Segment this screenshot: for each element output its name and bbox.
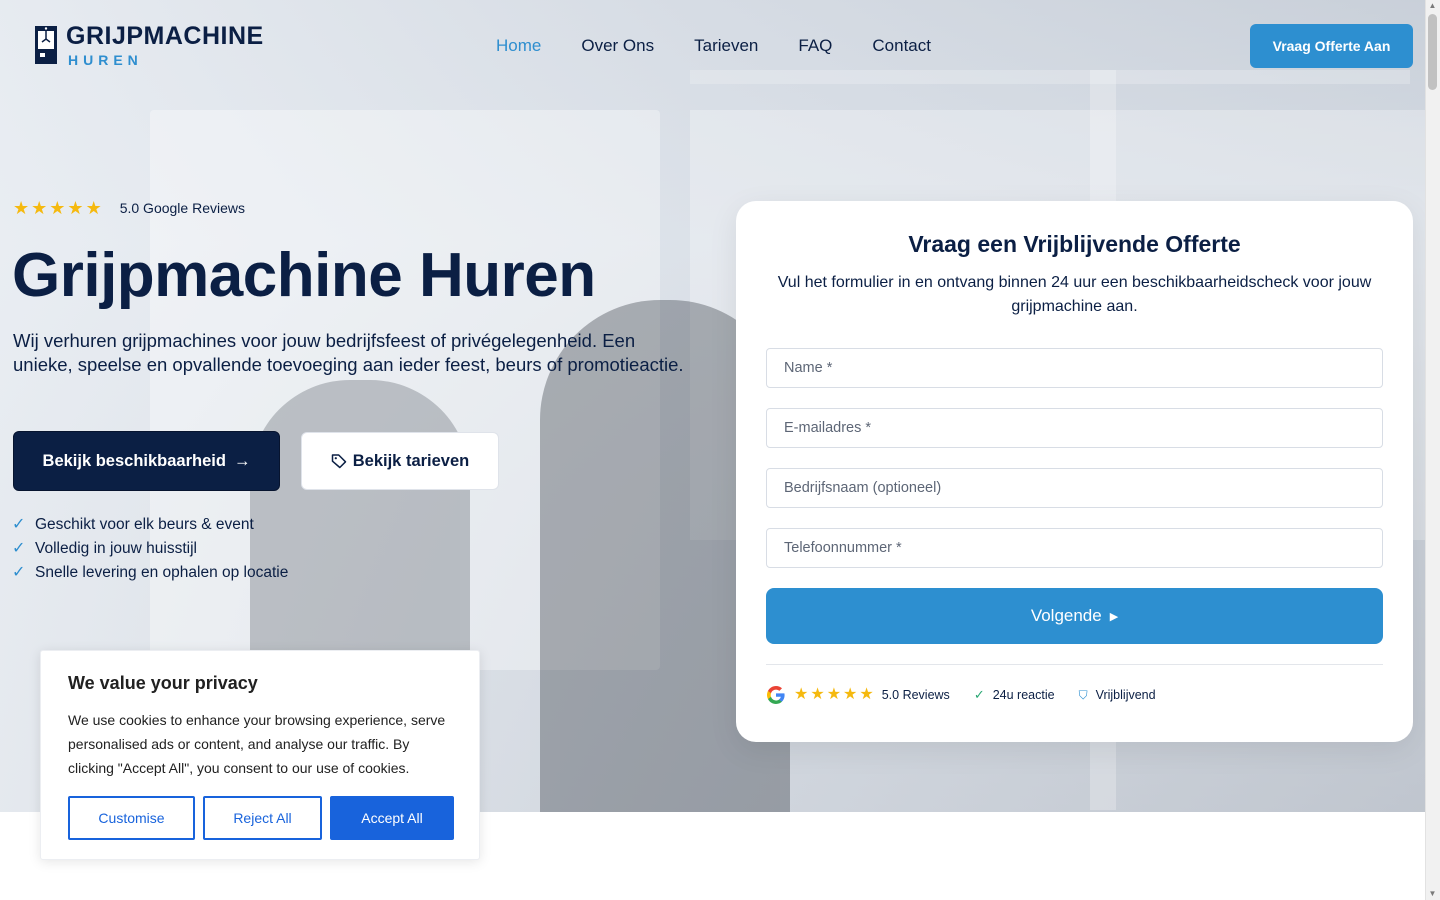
email-field[interactable] bbox=[766, 408, 1383, 448]
nav-home[interactable]: Home bbox=[496, 36, 541, 56]
scroll-up-icon[interactable]: ▲ bbox=[1428, 2, 1437, 10]
cookie-title: We value your privacy bbox=[68, 673, 258, 693]
list-item: ✓ Volledig in jouw huisstijl bbox=[12, 537, 288, 561]
shield-icon: ⛉ bbox=[1078, 687, 1088, 702]
google-reviews-summary: ★ ★ ★ ★ ★ 5.0 Google Reviews bbox=[13, 199, 245, 217]
reject-all-button[interactable]: Reject All bbox=[203, 796, 322, 840]
star-icon: ★ bbox=[826, 686, 842, 703]
star-icon: ★ bbox=[85, 198, 102, 218]
page-title: Grijpmachine Huren bbox=[12, 241, 596, 310]
form-title: Vraag een Vrijblijvende Offerte bbox=[908, 231, 1241, 257]
company-field[interactable] bbox=[766, 468, 1383, 508]
page-scrollbar[interactable]: ▲ ▼ bbox=[1425, 0, 1440, 900]
google-icon bbox=[767, 686, 785, 704]
cookie-consent-banner: We value your privacy We use cookies to … bbox=[40, 650, 480, 860]
site-header: GRIJPMACHINE HUREN Home Over Ons Tarieve… bbox=[0, 0, 1425, 92]
check-availability-button[interactable]: Bekijk beschikbaarheid → bbox=[13, 431, 280, 491]
list-item: ✓ Snelle levering en ophalen op locatie bbox=[12, 561, 288, 585]
customise-button[interactable]: Customise bbox=[68, 796, 195, 840]
arrow-right-icon: → bbox=[233, 451, 251, 470]
check-icon: ✓ bbox=[12, 516, 26, 533]
button-label: Volgende bbox=[1030, 606, 1102, 625]
nav-contact[interactable]: Contact bbox=[872, 36, 931, 56]
check-icon: ✓ bbox=[12, 564, 26, 581]
site-logo[interactable]: GRIJPMACHINE HUREN bbox=[34, 24, 264, 68]
star-icon: ★ bbox=[31, 198, 48, 218]
nav-faq[interactable]: FAQ bbox=[798, 36, 832, 56]
claw-machine-icon bbox=[35, 26, 57, 64]
reaction-time: 24u reactie bbox=[992, 688, 1055, 702]
star-icon: ★ bbox=[794, 686, 809, 703]
logo-wordmark: GRIJPMACHINE bbox=[66, 22, 264, 50]
logo-subtitle: HUREN bbox=[68, 52, 143, 68]
request-quote-button[interactable]: Vraag Offerte Aan bbox=[1250, 24, 1413, 68]
check-icon: ✓ bbox=[12, 540, 26, 557]
view-rates-button[interactable]: Bekijk tarieven bbox=[301, 432, 499, 490]
star-icon: ★ bbox=[67, 198, 84, 218]
list-item: ✓ Geschikt voor elk beurs & event bbox=[12, 513, 288, 537]
form-subtitle: Vul het formulier in en ontvang binnen 2… bbox=[777, 274, 1372, 315]
reviews-text: 5.0 Google Reviews bbox=[119, 200, 245, 216]
button-label: Bekijk beschikbaarheid bbox=[42, 451, 226, 470]
feature-list: ✓ Geschikt voor elk beurs & event ✓ Volled… bbox=[12, 513, 288, 585]
tag-icon bbox=[331, 454, 346, 469]
nav-over-ons[interactable]: Over Ons bbox=[581, 36, 654, 56]
star-icon: ★ bbox=[843, 686, 858, 703]
next-button[interactable]: Volgende ▶ bbox=[766, 588, 1383, 644]
scroll-down-icon[interactable]: ▼ bbox=[1428, 890, 1437, 898]
caret-right-icon: ▶ bbox=[1109, 610, 1119, 623]
accept-all-button[interactable]: Accept All bbox=[330, 796, 454, 840]
star-icon: ★ bbox=[859, 686, 874, 703]
no-obligation: Vrijblijvend bbox=[1095, 688, 1156, 702]
name-field[interactable] bbox=[766, 348, 1383, 388]
rating-stars: ★ ★ ★ ★ ★ bbox=[13, 199, 102, 217]
scrollbar-thumb[interactable] bbox=[1428, 14, 1437, 90]
cookie-description: We use cookies to enhance your browsing … bbox=[68, 712, 446, 776]
quote-form-card: Vraag een Vrijblijvende Offerte Vul het … bbox=[736, 201, 1413, 742]
trust-badges: ★ ★ ★ ★ ★ 5.0 Reviews ✓ 24u reactie ⛉ Vr… bbox=[766, 685, 1156, 705]
check-icon: ✓ bbox=[973, 687, 985, 702]
star-icon: ★ bbox=[13, 198, 30, 218]
phone-field[interactable] bbox=[766, 528, 1383, 568]
divider bbox=[766, 664, 1383, 665]
hero-description: Wij verhuren grijpmachines voor jouw bed… bbox=[13, 330, 684, 375]
main-nav: Home Over Ons Tarieven FAQ Contact bbox=[496, 36, 931, 56]
button-label: Bekijk tarieven bbox=[352, 451, 470, 470]
reviews-count: 5.0 Reviews bbox=[881, 688, 950, 702]
nav-tarieven[interactable]: Tarieven bbox=[694, 36, 758, 56]
rating-stars: ★ ★ ★ ★ ★ bbox=[794, 686, 874, 704]
star-icon: ★ bbox=[810, 686, 825, 703]
star-icon: ★ bbox=[49, 198, 66, 218]
